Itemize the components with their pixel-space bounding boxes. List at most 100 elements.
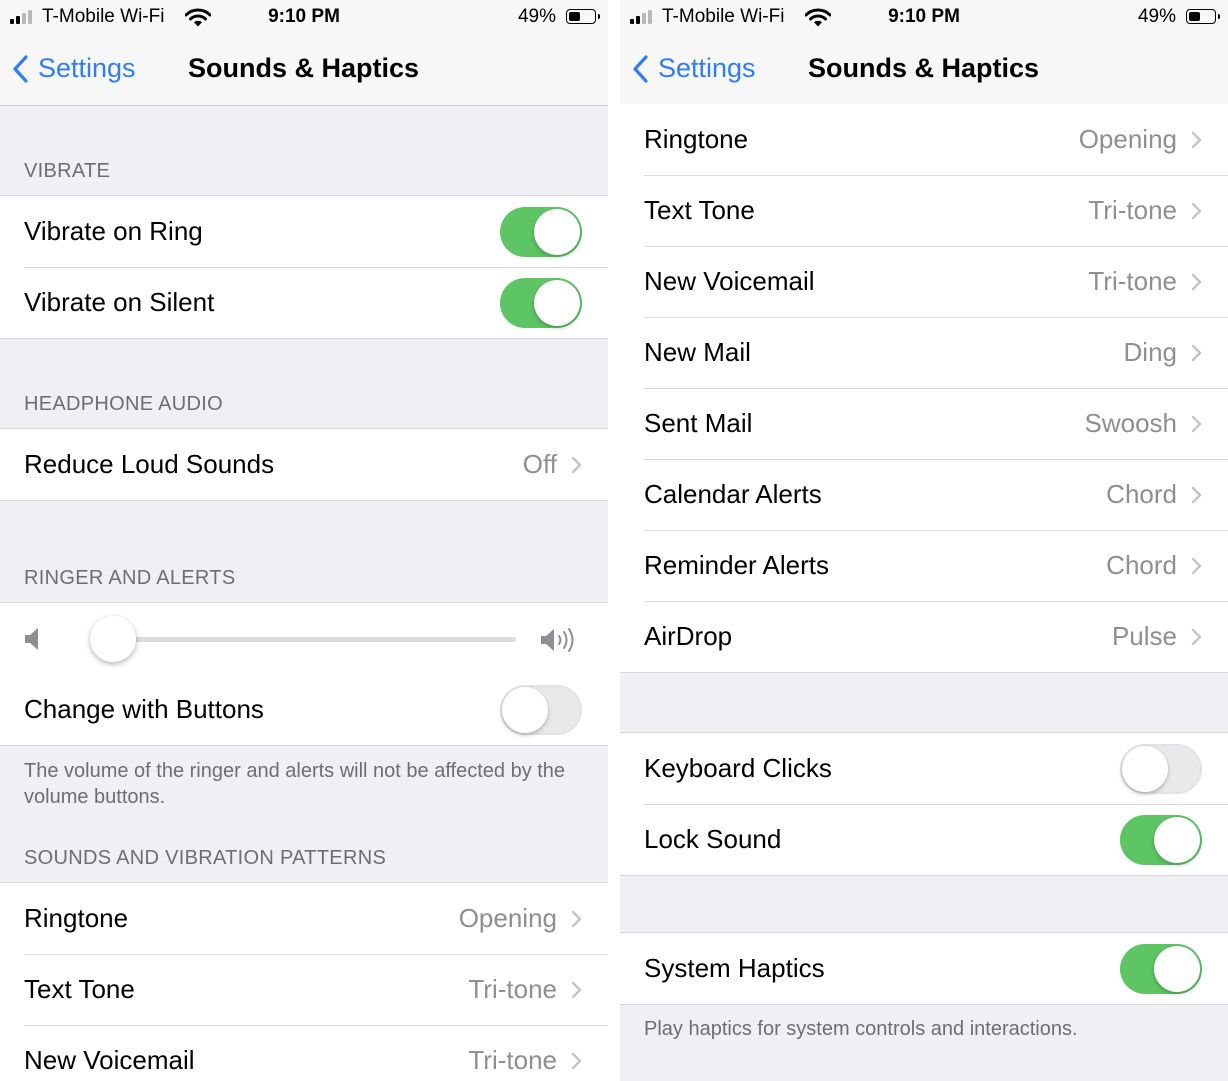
row-label: Change with Buttons [24, 694, 264, 724]
clock: 9:10 PM [888, 6, 960, 27]
row-value: Chord [1106, 550, 1177, 580]
row-value: Swoosh [1084, 408, 1178, 438]
chevron-left-icon [13, 54, 28, 83]
new-voicemail-row[interactable]: New Voicemail Tri-tone [0, 1025, 608, 1081]
back-label: Settings [658, 53, 756, 83]
chevron-right-icon [571, 981, 582, 998]
back-button[interactable]: Settings [632, 53, 756, 84]
sound-patterns-group: Ringtone Opening Text Tone Tri-tone New … [0, 882, 608, 1081]
chevron-right-icon [1191, 202, 1202, 219]
row-label: Text Tone [24, 974, 135, 1004]
airdrop-row[interactable]: AirDrop Pulse [620, 601, 1228, 672]
ringer-footer-note: The volume of the ringer and alerts will… [24, 760, 566, 808]
headphone-audio-group: Reduce Loud Sounds Off [0, 428, 608, 501]
battery-icon [566, 9, 600, 24]
new-mail-row[interactable]: New Mail Ding [620, 317, 1228, 388]
row-label: Vibrate on Silent [24, 287, 215, 317]
reduce-loud-sounds-row[interactable]: Reduce Loud Sounds Off [0, 429, 608, 500]
navigation-bar: Settings Sounds & Haptics [0, 36, 608, 106]
battery-percent: 49% [517, 6, 556, 27]
row-value: Pulse [1111, 621, 1177, 651]
vibrate-group: Vibrate on Ring Vibrate on Silent [0, 195, 608, 339]
clicks-group: Keyboard Clicks Lock Sound [620, 732, 1228, 876]
chevron-right-icon [571, 456, 582, 473]
row-label: New Mail [644, 337, 751, 367]
ringtone-row[interactable]: Ringtone Opening [620, 104, 1228, 175]
volume-track [92, 637, 516, 642]
row-value: Tri-tone [1088, 266, 1177, 296]
volume-thumb[interactable] [90, 616, 137, 662]
keyboard-clicks-row: Keyboard Clicks [620, 733, 1228, 804]
chevron-right-icon [571, 1052, 582, 1069]
row-value: Off [522, 449, 557, 479]
new-voicemail-row[interactable]: New Voicemail Tri-tone [620, 246, 1228, 317]
row-label: Reduce Loud Sounds [24, 449, 275, 479]
speaker-low-icon [25, 628, 38, 650]
page-title: Sounds & Haptics [188, 53, 420, 83]
page-title: Sounds & Haptics [808, 53, 1040, 83]
system-haptics-toggle[interactable] [1120, 943, 1202, 994]
calendar-alerts-row[interactable]: Calendar Alerts Chord [620, 459, 1228, 530]
sent-mail-row[interactable]: Sent Mail Swoosh [620, 388, 1228, 459]
section-header-ringer-and-alerts: RINGER AND ALERTS [24, 567, 236, 589]
section-header-vibrate: VIBRATE [24, 160, 111, 182]
row-value: Tri-tone [468, 974, 557, 1004]
row-value: Ding [1123, 337, 1177, 367]
back-label: Settings [38, 53, 136, 83]
ringer-volume-slider[interactable] [0, 603, 608, 674]
reminder-alerts-row[interactable]: Reminder Alerts Chord [620, 530, 1228, 601]
row-label: Keyboard Clicks [644, 753, 832, 783]
chevron-right-icon [1191, 131, 1202, 148]
chevron-right-icon [1191, 557, 1202, 574]
chevron-right-icon [1191, 628, 1202, 645]
row-label: Ringtone [24, 903, 129, 933]
navigation-bar: Settings Sounds & Haptics [620, 36, 1228, 106]
left-screen: T-Mobile Wi-Fi 9:10 PM 49% Settings Soun… [0, 0, 608, 1081]
ringtone-row[interactable]: Ringtone Opening [0, 883, 608, 954]
right-screen: T-Mobile Wi-Fi 9:10 PM 49% Settings Soun… [620, 0, 1228, 1081]
vibrate-on-silent-row: Vibrate on Silent [0, 267, 608, 338]
ringer-group: Change with Buttons [0, 602, 608, 746]
battery-percent: 49% [1137, 6, 1176, 27]
keyboard-clicks-toggle[interactable] [1120, 743, 1202, 794]
chevron-right-icon [1191, 415, 1202, 432]
vibrate-on-ring-toggle[interactable] [500, 206, 582, 257]
battery-icon [1186, 9, 1220, 24]
change-with-buttons-toggle[interactable] [500, 684, 582, 735]
change-with-buttons-row: Change with Buttons [0, 674, 608, 745]
system-haptics-row: System Haptics [620, 933, 1228, 1004]
row-label: Lock Sound [644, 824, 782, 854]
sounds-list-group: Ringtone Opening Text Tone Tri-tone New Voic… [620, 104, 1228, 673]
clock: 9:10 PM [268, 6, 340, 27]
row-label: System Haptics [644, 953, 825, 983]
chevron-left-icon [633, 54, 648, 83]
speaker-high-icon [541, 628, 574, 652]
screenshot-divider [608, 0, 620, 1081]
row-label: Vibrate on Ring [24, 216, 203, 246]
chevron-right-icon [1191, 273, 1202, 290]
lock-sound-row: Lock Sound [620, 804, 1228, 875]
text-tone-row[interactable]: Text Tone Tri-tone [0, 954, 608, 1025]
vibrate-on-silent-toggle[interactable] [500, 277, 582, 328]
row-label: AirDrop [644, 621, 733, 651]
row-value: Chord [1106, 479, 1177, 509]
vibrate-on-ring-row: Vibrate on Ring [0, 196, 608, 267]
section-header-headphone-audio: HEADPHONE AUDIO [24, 393, 223, 415]
row-label: Calendar Alerts [644, 479, 822, 509]
chevron-right-icon [1191, 344, 1202, 361]
chevron-right-icon [1191, 486, 1202, 503]
row-value: Tri-tone [1088, 195, 1177, 225]
row-value: Tri-tone [468, 1045, 557, 1075]
status-bar: T-Mobile Wi-Fi 9:10 PM 49% [620, 0, 1228, 36]
row-value: Opening [458, 903, 557, 933]
back-button[interactable]: Settings [12, 53, 136, 84]
lock-sound-toggle[interactable] [1120, 814, 1202, 865]
row-label: New Voicemail [24, 1045, 195, 1075]
row-label: Ringtone [644, 124, 749, 154]
row-value: Opening [1078, 124, 1177, 154]
row-label: Reminder Alerts [644, 550, 829, 580]
haptics-footer-note: Play haptics for system controls and int… [644, 1018, 1078, 1040]
row-label: Text Tone [644, 195, 755, 225]
text-tone-row[interactable]: Text Tone Tri-tone [620, 175, 1228, 246]
section-header-sound-patterns: SOUNDS AND VIBRATION PATTERNS [24, 847, 387, 869]
